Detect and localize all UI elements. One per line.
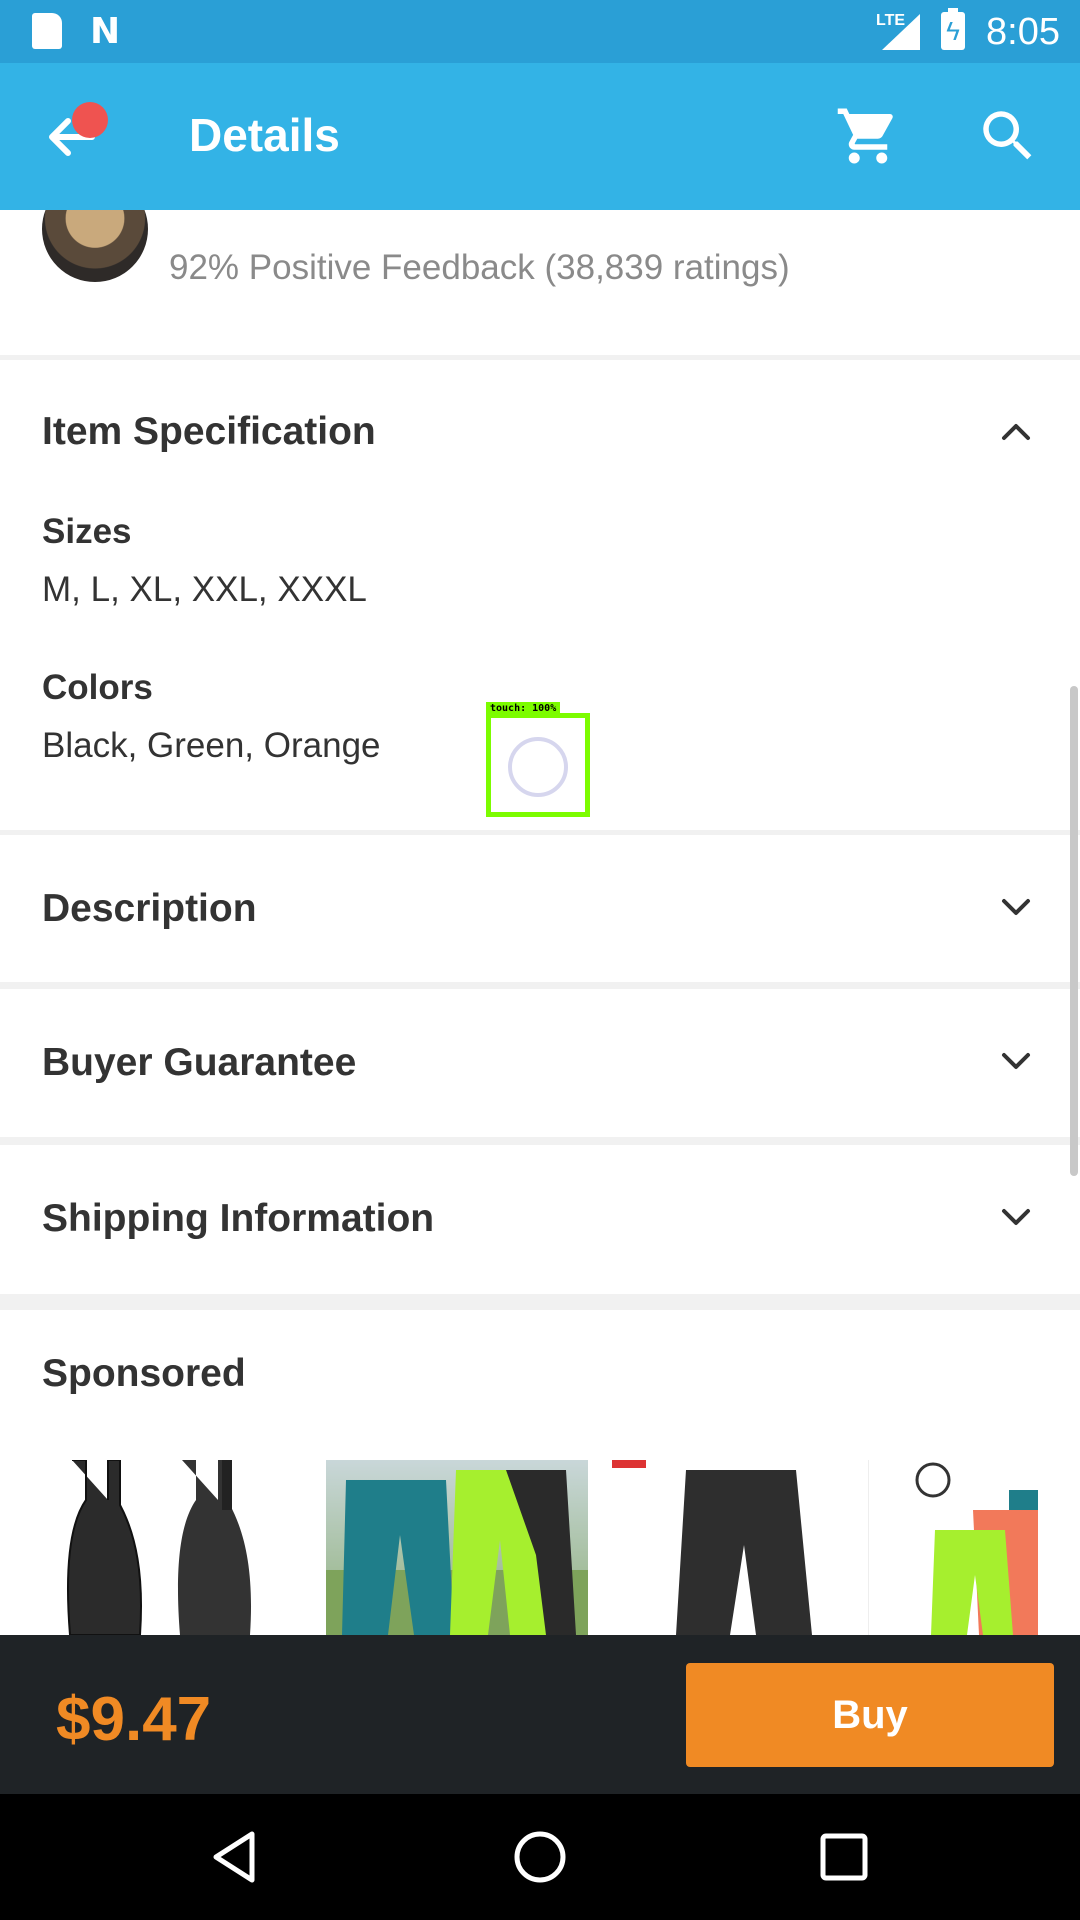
description-header: Description — [42, 887, 257, 930]
sponsored-product-2[interactable] — [326, 1460, 588, 1635]
search-button[interactable] — [975, 103, 1041, 169]
colorful-shorts-image — [915, 1462, 1038, 1635]
seller-card: 92% Positive Feedback (38,839 ratings) — [0, 210, 1080, 355]
touch-ripple — [508, 737, 568, 797]
item-price: $9.47 — [56, 1685, 212, 1754]
sponsored-product-3[interactable] — [610, 1460, 864, 1635]
chevron-down-icon — [1002, 1209, 1030, 1225]
system-navigation-bar — [0, 1794, 1080, 1920]
shipping-information-section[interactable]: Shipping Information — [0, 1145, 1080, 1294]
sponsored-header: Sponsored — [42, 1352, 246, 1395]
signal-icon — [882, 14, 920, 50]
scrollbar[interactable] — [1070, 686, 1078, 1176]
purchase-bar: $9.47 Buy — [0, 1635, 1080, 1794]
spec-label-colors: Colors — [42, 668, 153, 707]
sd-card-icon — [32, 13, 62, 49]
seller-avatar[interactable] — [42, 210, 148, 282]
description-section[interactable]: Description — [0, 835, 1080, 982]
recents-square-icon[interactable] — [809, 1822, 879, 1892]
chevron-down-icon — [1002, 899, 1030, 915]
spec-label-sizes: Sizes — [42, 512, 132, 551]
notification-dot — [72, 102, 108, 138]
bib-shorts-image — [67, 1460, 252, 1635]
notification-n-icon: N — [90, 11, 121, 52]
spec-value-sizes: M, L, XL, XXL, XXXL — [42, 570, 367, 609]
status-bar: N LTE ϟ 8:05 — [0, 0, 1080, 63]
sponsored-product-1[interactable] — [42, 1460, 304, 1635]
chevron-down-icon — [1002, 1053, 1030, 1069]
cart-icon — [837, 108, 893, 164]
details-content[interactable]: 92% Positive Feedback (38,839 ratings) I… — [0, 210, 1080, 1635]
seller-feedback: 92% Positive Feedback (38,839 ratings) — [169, 248, 790, 287]
sponsored-product-4[interactable] — [868, 1460, 1038, 1635]
back-triangle-icon[interactable] — [200, 1822, 270, 1892]
screen: N LTE ϟ 8:05 Details 92% Positive Feedba… — [0, 0, 1080, 1920]
item-specification-header[interactable]: Item Specification — [42, 408, 376, 456]
buyer-guarantee-section[interactable]: Buyer Guarantee — [0, 989, 1080, 1137]
app-bar: Details — [0, 63, 1080, 210]
buyer-guarantee-header: Buyer Guarantee — [42, 1041, 357, 1084]
shipping-information-header: Shipping Information — [42, 1197, 435, 1240]
charging-bolt-icon: ϟ — [946, 16, 960, 46]
sponsored-section: Sponsored — [0, 1310, 1080, 1635]
spec-value-colors: Black, Green, Orange — [42, 726, 381, 765]
page-title: Details — [189, 109, 340, 161]
chevron-up-icon[interactable] — [996, 411, 1036, 451]
buy-button[interactable]: Buy — [686, 1663, 1054, 1767]
search-icon — [983, 111, 1032, 160]
status-clock: 8:05 — [986, 11, 1060, 53]
home-circle-icon[interactable] — [505, 1822, 575, 1892]
cycling-pants-image — [326, 1470, 588, 1635]
cart-button[interactable] — [835, 103, 901, 169]
black-shorts-image — [612, 1460, 812, 1635]
